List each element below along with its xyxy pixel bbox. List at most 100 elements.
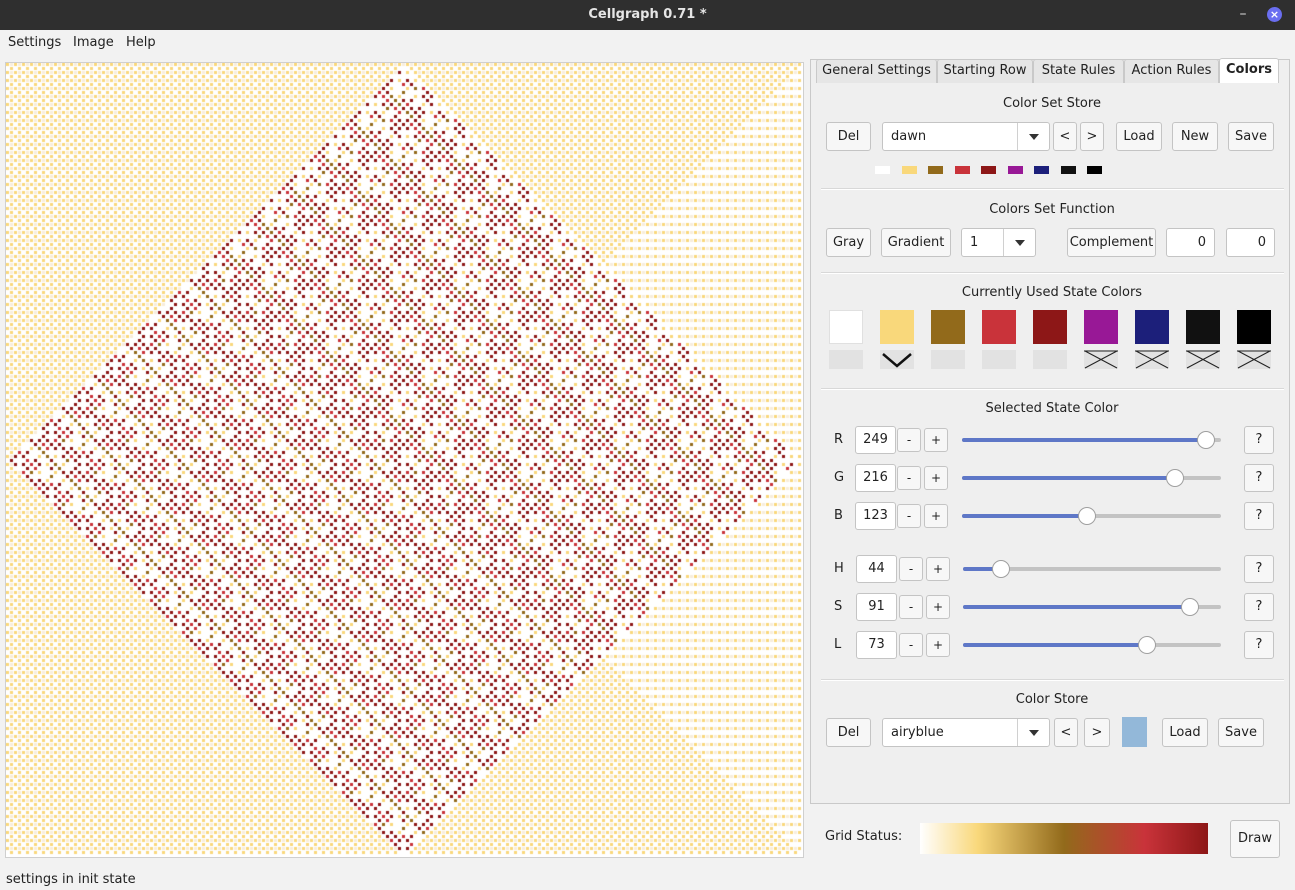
slider-fill <box>962 438 1207 442</box>
channel-value-input[interactable]: 249 <box>855 426 896 454</box>
gray-button[interactable]: Gray <box>826 228 871 257</box>
channel-slider[interactable] <box>963 560 1221 578</box>
channel-value-input[interactable]: 44 <box>856 555 897 583</box>
colorstore-load-button[interactable]: Load <box>1162 718 1208 747</box>
channel-slider[interactable] <box>963 598 1221 616</box>
tab-starting-row[interactable]: Starting Row <box>937 59 1033 83</box>
colorstore-select[interactable]: airyblue <box>882 718 1050 747</box>
help-button[interactable]: ? <box>1244 464 1274 492</box>
channel-slider[interactable] <box>962 507 1221 525</box>
cell-grid-canvas[interactable] <box>5 62 804 858</box>
decrement-button[interactable]: - <box>897 466 921 490</box>
colorset-new-button[interactable]: New <box>1172 122 1218 151</box>
colorset-preview-swatch <box>901 166 917 174</box>
menu-image[interactable]: Image <box>73 35 114 50</box>
decrement-button[interactable]: - <box>897 428 921 452</box>
chevron-down-icon[interactable] <box>1003 229 1035 256</box>
unused-cross-icon[interactable] <box>1084 350 1118 369</box>
grid-status-label: Grid Status: <box>825 829 903 844</box>
state-marker[interactable] <box>1033 350 1067 369</box>
chevron-down-icon[interactable] <box>1017 123 1049 150</box>
increment-button[interactable]: + <box>926 633 950 657</box>
help-button[interactable]: ? <box>1244 631 1274 659</box>
state-color-swatch[interactable] <box>1237 310 1271 344</box>
state-color-swatch[interactable] <box>1135 310 1169 344</box>
state-color-swatch[interactable] <box>982 310 1016 344</box>
decrement-button[interactable]: - <box>899 595 923 619</box>
help-button[interactable]: ? <box>1244 555 1274 583</box>
colorstore-del-button[interactable]: Del <box>826 718 871 747</box>
colorset-next-button[interactable]: > <box>1080 122 1104 151</box>
colorset-preview-swatch <box>1034 166 1049 174</box>
draw-button[interactable]: Draw <box>1230 820 1280 858</box>
channel-value-input[interactable]: 123 <box>855 502 896 530</box>
complement-value-2[interactable]: 0 <box>1226 228 1275 257</box>
grid-status-gradient <box>920 823 1208 854</box>
state-color-swatch[interactable] <box>931 310 965 344</box>
colorset-preview-swatch <box>1060 166 1076 174</box>
channel-value-input[interactable]: 216 <box>855 464 896 492</box>
colorset-preview-swatch <box>1007 166 1023 174</box>
complement-value-1[interactable]: 0 <box>1166 228 1215 257</box>
colorstore-prev-button[interactable]: < <box>1054 718 1078 747</box>
channel-label: G <box>834 470 845 485</box>
help-button[interactable]: ? <box>1244 502 1274 530</box>
channel-value-input[interactable]: 73 <box>856 631 897 659</box>
colorset-preview-swatch <box>1087 166 1102 174</box>
help-button[interactable]: ? <box>1244 426 1274 454</box>
state-marker[interactable] <box>829 350 863 369</box>
help-button[interactable]: ? <box>1244 593 1274 621</box>
decrement-button[interactable]: - <box>899 557 923 581</box>
tab-state-rules[interactable]: State Rules <box>1033 59 1124 83</box>
tab-colors[interactable]: Colors <box>1219 58 1279 83</box>
decrement-button[interactable]: - <box>899 633 923 657</box>
gradient-button[interactable]: Gradient <box>881 228 951 257</box>
complement-button[interactable]: Complement <box>1067 228 1156 257</box>
increment-button[interactable]: + <box>926 595 950 619</box>
close-button[interactable]: × <box>1267 7 1282 22</box>
tab-general-settings[interactable]: General Settings <box>816 59 937 83</box>
slider-handle[interactable] <box>1166 469 1185 487</box>
unused-cross-icon[interactable] <box>1186 350 1220 369</box>
channel-slider[interactable] <box>962 431 1221 449</box>
state-color-swatch[interactable] <box>880 310 914 344</box>
decrement-button[interactable]: - <box>897 504 921 528</box>
divider <box>821 679 1284 681</box>
state-color-swatch[interactable] <box>1186 310 1220 344</box>
title-bar: Cellgraph 0.71 * – × <box>0 0 1295 30</box>
state-color-swatch[interactable] <box>1084 310 1118 344</box>
menu-settings[interactable]: Settings <box>8 35 61 50</box>
state-color-swatch[interactable] <box>829 310 863 344</box>
gradient-select[interactable]: 1 <box>961 228 1036 257</box>
slider-fill <box>962 514 1088 518</box>
increment-button[interactable]: + <box>924 504 948 528</box>
unused-cross-icon[interactable] <box>1135 350 1169 369</box>
menu-bar: Settings Image Help <box>0 30 1295 56</box>
colorstore-next-button[interactable]: > <box>1084 718 1110 747</box>
colorset-select[interactable]: dawn <box>882 122 1050 151</box>
colorset-save-button[interactable]: Save <box>1228 122 1274 151</box>
chevron-down-icon[interactable] <box>1017 719 1049 746</box>
state-marker[interactable] <box>982 350 1016 369</box>
increment-button[interactable]: + <box>924 428 948 452</box>
menu-help[interactable]: Help <box>126 35 156 50</box>
channel-label: L <box>834 637 842 652</box>
color-set-store-title: Color Set Store <box>1003 96 1101 111</box>
colorstore-save-button[interactable]: Save <box>1218 718 1264 747</box>
selected-check-icon[interactable] <box>880 350 914 369</box>
colorset-load-button[interactable]: Load <box>1116 122 1162 151</box>
tab-action-rules[interactable]: Action Rules <box>1124 59 1219 83</box>
minimize-button[interactable]: – <box>1236 4 1250 24</box>
channel-value-input[interactable]: 91 <box>856 593 897 621</box>
colorset-del-button[interactable]: Del <box>826 122 871 151</box>
channel-slider[interactable] <box>962 469 1221 487</box>
increment-button[interactable]: + <box>924 466 948 490</box>
channel-slider[interactable] <box>963 636 1221 654</box>
state-marker[interactable] <box>931 350 965 369</box>
colorset-prev-button[interactable]: < <box>1053 122 1077 151</box>
unused-cross-icon[interactable] <box>1237 350 1271 369</box>
colorset-preview-swatch <box>928 166 943 174</box>
state-color-swatch[interactable] <box>1033 310 1067 344</box>
increment-button[interactable]: + <box>926 557 950 581</box>
cell-grid-image[interactable] <box>6 63 803 857</box>
